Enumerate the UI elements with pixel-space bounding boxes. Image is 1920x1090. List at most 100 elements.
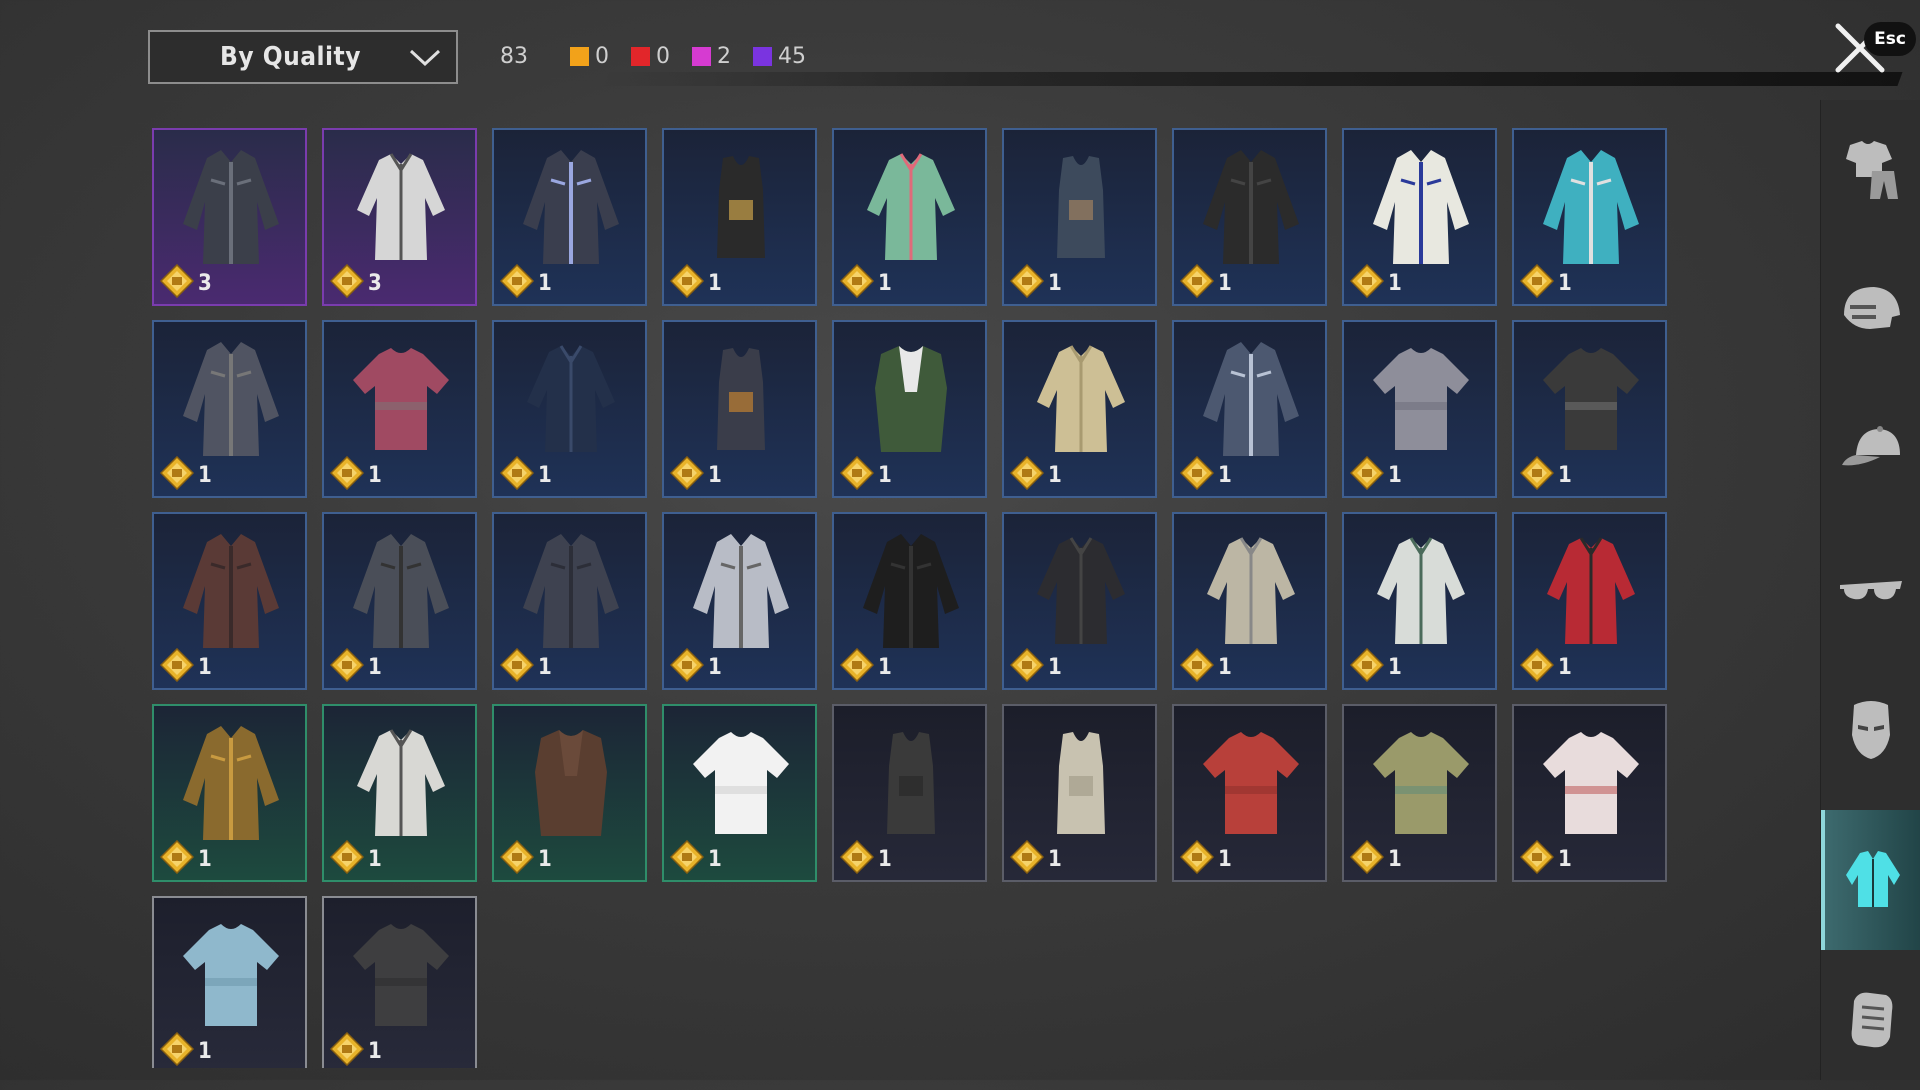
inventory-item-card[interactable]: 1 <box>1512 704 1667 882</box>
garment-image <box>1037 345 1125 452</box>
inventory-item-card[interactable]: 1 <box>322 320 477 498</box>
inventory-item-card[interactable]: 1 <box>1172 128 1327 306</box>
item-quantity: 1 <box>368 1039 382 1064</box>
item-quantity: 1 <box>1558 847 1572 872</box>
item-quantity: 1 <box>1558 271 1572 296</box>
garment-image <box>183 924 279 1026</box>
sidebar-item-outfit[interactable] <box>1821 100 1920 240</box>
inventory-item-card[interactable]: 1 <box>152 704 307 882</box>
garment-image <box>1057 732 1105 834</box>
inventory-item-card[interactable]: 1 <box>1002 704 1157 882</box>
item-quantity: 1 <box>1218 847 1232 872</box>
bp-coin-icon <box>160 840 194 874</box>
inventory-item-card[interactable]: 1 <box>492 320 647 498</box>
item-quantity: 1 <box>368 655 382 680</box>
bp-coin-icon <box>160 456 194 490</box>
garment-image <box>1037 537 1125 644</box>
inventory-item-card[interactable]: 1 <box>492 128 647 306</box>
inventory-item-card[interactable]: 3 <box>322 128 477 306</box>
quality-count-mythic: 0 <box>631 44 670 69</box>
item-quantity: 3 <box>368 271 382 296</box>
inventory-item-card[interactable]: 1 <box>662 512 817 690</box>
garment-image <box>1547 537 1635 644</box>
garment-image <box>1207 537 1295 644</box>
inventory-item-card[interactable]: 1 <box>1512 128 1667 306</box>
bp-coin-icon <box>840 648 874 682</box>
bp-coin-icon <box>1180 456 1214 490</box>
item-quantity: 1 <box>708 655 722 680</box>
esc-key-hint[interactable]: Esc <box>1864 22 1916 56</box>
inventory-item-card[interactable]: 1 <box>322 704 477 882</box>
item-quantity: 1 <box>1388 655 1402 680</box>
inventory-item-card[interactable]: 1 <box>1512 320 1667 498</box>
item-quantity: 1 <box>1388 271 1402 296</box>
inventory-item-card[interactable]: 1 <box>1512 512 1667 690</box>
inventory-item-card[interactable]: 1 <box>152 512 307 690</box>
inventory-item-card[interactable]: 1 <box>1172 704 1327 882</box>
sidebar-item-jacket[interactable] <box>1821 810 1920 950</box>
inventory-item-card[interactable]: 1 <box>832 320 987 498</box>
item-quantity: 1 <box>1048 655 1062 680</box>
inventory-item-card[interactable]: 1 <box>152 896 307 1068</box>
inventory-item-card[interactable]: 1 <box>492 512 647 690</box>
inventory-item-card[interactable]: 3 <box>152 128 307 306</box>
helmet-icon <box>1844 287 1900 329</box>
inventory-item-card[interactable]: 1 <box>662 704 817 882</box>
garment-image <box>1203 342 1299 456</box>
inventory-item-card[interactable]: 1 <box>1172 320 1327 498</box>
bp-coin-icon <box>1520 264 1554 298</box>
garment-image <box>887 732 935 834</box>
garment-image <box>353 924 449 1026</box>
inventory-item-card[interactable]: 1 <box>1002 320 1157 498</box>
garment-image <box>527 345 615 452</box>
legendary-count: 0 <box>595 44 609 69</box>
inventory-item-card[interactable]: 1 <box>1342 512 1497 690</box>
inventory-item-card[interactable]: 1 <box>832 128 987 306</box>
sidebar-item-gloves[interactable] <box>1821 950 1920 1090</box>
item-quantity: 1 <box>368 847 382 872</box>
garment-image <box>1057 156 1105 258</box>
inventory-item-card[interactable]: 1 <box>1342 128 1497 306</box>
sidebar-item-cap[interactable] <box>1821 380 1920 520</box>
inventory-item-card[interactable]: 1 <box>662 320 817 498</box>
inventory-item-card[interactable]: 1 <box>832 704 987 882</box>
inventory-item-card[interactable]: 1 <box>832 512 987 690</box>
inventory-item-card[interactable]: 1 <box>1342 704 1497 882</box>
garment-image <box>693 534 789 648</box>
item-quantity: 1 <box>1218 463 1232 488</box>
inventory-item-card[interactable]: 1 <box>1002 128 1157 306</box>
inventory-item-card[interactable]: 1 <box>152 320 307 498</box>
cap-icon <box>1842 426 1900 466</box>
sidebar-item-helmet[interactable] <box>1821 240 1920 380</box>
bp-coin-icon <box>1010 840 1044 874</box>
chevron-down-icon <box>409 49 441 67</box>
inventory-item-card[interactable]: 1 <box>492 704 647 882</box>
inventory-item-card[interactable]: 1 <box>322 896 477 1068</box>
bp-coin-icon <box>330 840 364 874</box>
bp-coin-icon <box>1350 264 1384 298</box>
bp-coin-icon <box>670 264 704 298</box>
sidebar-item-eyewear[interactable] <box>1821 520 1920 660</box>
bp-coin-icon <box>160 648 194 682</box>
sort-dropdown[interactable]: By Quality <box>148 30 458 84</box>
inventory-item-card[interactable]: 1 <box>1002 512 1157 690</box>
quality-count-rare: 45 <box>753 44 806 69</box>
bp-coin-icon <box>500 456 534 490</box>
garment-image <box>183 150 279 264</box>
inventory-item-card[interactable]: 1 <box>322 512 477 690</box>
item-quantity: 1 <box>878 847 892 872</box>
bp-coin-icon <box>1180 264 1214 298</box>
item-quantity: 1 <box>1218 271 1232 296</box>
epic-color-swatch <box>692 47 711 66</box>
sidebar-item-mask[interactable] <box>1821 660 1920 800</box>
bp-coin-icon <box>670 456 704 490</box>
inventory-item-card[interactable]: 1 <box>1342 320 1497 498</box>
bp-coin-icon <box>670 840 704 874</box>
item-quantity: 1 <box>1218 655 1232 680</box>
inventory-item-card[interactable]: 1 <box>1172 512 1327 690</box>
garment-image <box>1203 150 1299 264</box>
item-quantity: 1 <box>878 271 892 296</box>
bp-coin-icon <box>670 648 704 682</box>
inventory-item-card[interactable]: 1 <box>662 128 817 306</box>
bp-coin-icon <box>330 1032 364 1066</box>
